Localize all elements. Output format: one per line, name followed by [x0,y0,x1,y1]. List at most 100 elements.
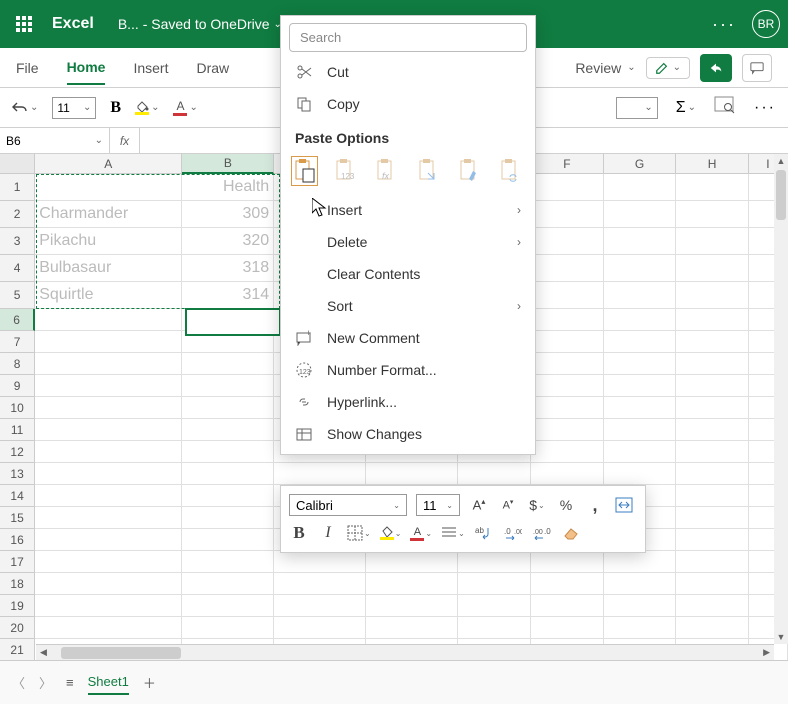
scroll-up-icon[interactable]: ▲ [774,154,788,168]
row-header-5[interactable]: 5 [0,282,35,309]
row-header-19[interactable]: 19 [0,595,35,617]
row-header-4[interactable]: 4 [0,255,35,282]
paste-transpose-button[interactable] [415,156,442,186]
row-header-17[interactable]: 17 [0,551,35,573]
mini-wrap-button[interactable]: ab [474,522,494,544]
comma-button[interactable]: , [585,494,605,516]
cell-B2[interactable]: 309 [182,201,274,228]
cell-E19[interactable] [458,595,531,617]
row-header-3[interactable]: 3 [0,228,35,255]
cell-B11[interactable] [182,419,274,441]
cell-H5[interactable] [676,282,749,309]
cell-C13[interactable] [274,463,366,485]
cell-A3[interactable]: Pikachu [35,228,182,255]
more-commands-button[interactable]: ··· [754,99,776,117]
cell-F20[interactable] [531,617,604,639]
cell-H13[interactable] [676,463,749,485]
currency-button[interactable]: $⌄ [527,494,547,516]
cell-G4[interactable] [604,255,677,282]
cell-A9[interactable] [35,375,182,397]
cell-G1[interactable] [604,174,677,201]
cell-A10[interactable] [35,397,182,419]
cell-H8[interactable] [676,353,749,375]
cell-A4[interactable]: Bulbasaur [35,255,182,282]
select-all-corner[interactable] [0,154,35,174]
cell-H20[interactable] [676,617,749,639]
cell-C19[interactable] [274,595,366,617]
cell-G7[interactable] [604,331,677,353]
cell-B12[interactable] [182,441,274,463]
cell-B16[interactable] [182,529,274,551]
cell-E13[interactable] [458,463,531,485]
more-icon[interactable]: ··· [712,14,736,35]
tab-insert[interactable]: Insert [133,52,168,84]
context-search-input[interactable]: Search [289,23,527,52]
tab-home[interactable]: Home [67,51,106,85]
menu-number-format[interactable]: 123 Number Format... [281,354,535,386]
cell-H4[interactable] [676,255,749,282]
cell-D17[interactable] [366,551,458,573]
row-header-10[interactable]: 10 [0,397,35,419]
row-header-21[interactable]: 21 [0,639,35,661]
find-button[interactable] [714,95,736,120]
user-avatar[interactable]: BR [752,10,780,38]
paste-values-button[interactable]: 123 [332,156,359,186]
mini-increase-decimal-button[interactable]: .0.00 [503,522,523,544]
scroll-thumb[interactable] [61,647,181,659]
cell-H18[interactable] [676,573,749,595]
comments-button[interactable] [742,54,772,82]
cell-B17[interactable] [182,551,274,573]
cell-A13[interactable] [35,463,182,485]
mini-font-color-button[interactable]: A⌄ [410,522,432,544]
mini-align-button[interactable]: ⌄ [441,522,465,544]
bold-button[interactable]: B [110,99,121,117]
cell-H16[interactable] [676,529,749,551]
col-header-H[interactable]: H [676,154,749,174]
cell-C20[interactable] [274,617,366,639]
cell-A14[interactable] [35,485,182,507]
cell-D19[interactable] [366,595,458,617]
sheet-tab-1[interactable]: Sheet1 [88,670,129,695]
cell-F3[interactable] [531,228,604,255]
cell-D18[interactable] [366,573,458,595]
cell-B8[interactable] [182,353,274,375]
cell-H17[interactable] [676,551,749,573]
row-header-1[interactable]: 1 [0,174,35,201]
scroll-left-icon[interactable]: ◀ [40,647,47,658]
menu-clear-contents[interactable]: Clear Contents [281,258,535,290]
row-header-18[interactable]: 18 [0,573,35,595]
percent-button[interactable]: % [556,494,576,516]
cell-B19[interactable] [182,595,274,617]
cell-F13[interactable] [531,463,604,485]
paste-formulas-button[interactable]: fx [374,156,401,186]
mini-borders-button[interactable]: ⌄ [347,522,371,544]
cell-H15[interactable] [676,507,749,529]
cell-H1[interactable] [676,174,749,201]
cell-G13[interactable] [604,463,677,485]
font-color-button[interactable]: A ⌄ [173,99,197,116]
cell-F17[interactable] [531,551,604,573]
row-header-14[interactable]: 14 [0,485,35,507]
mini-clear-formats-button[interactable] [561,522,581,544]
tab-draw[interactable]: Draw [196,52,229,84]
cell-F1[interactable] [531,174,604,201]
cell-G12[interactable] [604,441,677,463]
horizontal-scrollbar[interactable]: ◀ ▶ [36,644,774,660]
scroll-right-icon[interactable]: ▶ [763,647,770,658]
menu-insert[interactable]: Insert› [281,194,535,226]
cell-B14[interactable] [182,485,274,507]
cell-B5[interactable]: 314 [182,282,274,309]
cell-A12[interactable] [35,441,182,463]
cell-B20[interactable] [182,617,274,639]
cell-A20[interactable] [35,617,182,639]
cell-F7[interactable] [531,331,604,353]
cell-F10[interactable] [531,397,604,419]
row-header-9[interactable]: 9 [0,375,35,397]
cell-F8[interactable] [531,353,604,375]
mini-decrease-decimal-button[interactable]: .00.0 [532,522,552,544]
row-header-7[interactable]: 7 [0,331,35,353]
cell-A2[interactable]: Charmander [35,201,182,228]
cell-H12[interactable] [676,441,749,463]
vertical-scrollbar[interactable]: ▲ ▼ [774,154,788,644]
cell-F19[interactable] [531,595,604,617]
